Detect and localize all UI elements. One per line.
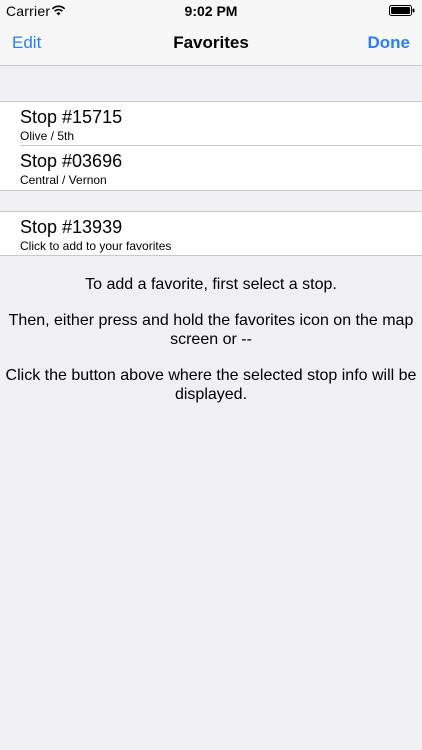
selected-stop-section: Stop #13939 Click to add to your favorit… [0, 211, 422, 256]
favorite-stop-row[interactable]: Stop #03696 Central / Vernon [0, 145, 422, 190]
add-selected-stop-button[interactable]: Stop #13939 Click to add to your favorit… [0, 212, 422, 256]
selected-stop-hint: Click to add to your favorites [20, 239, 172, 253]
favorites-list: Stop #15715 Olive / 5th Stop #03696 Cent… [0, 101, 422, 191]
stop-subtitle: Olive / 5th [20, 129, 75, 143]
selected-stop-title: Stop #13939 [20, 217, 123, 237]
instruction-text: To add a favorite, first select a stop. [85, 276, 337, 293]
stop-subtitle: Central / Vernon [20, 173, 107, 187]
battery-icon [389, 5, 415, 16]
instruction-text: Then, either press and hold the favorite… [8, 312, 414, 348]
status-bar: Carrier 9:02 PM [0, 0, 422, 22]
status-time: 9:02 PM [184, 3, 238, 19]
top-bar: Carrier 9:02 PM Edit Favorites Done [0, 0, 422, 66]
stop-title: Stop #03696 [20, 151, 123, 171]
favorite-stop-row[interactable]: Stop #15715 Olive / 5th [0, 102, 422, 146]
instructions: To add a favorite, first select a stop. … [0, 275, 422, 421]
stop-title: Stop #15715 [20, 107, 123, 127]
page-title: Favorites [173, 33, 249, 52]
navigation-bar: Edit Favorites Done [0, 22, 422, 66]
done-button[interactable]: Done [368, 33, 411, 53]
instruction-text: Click the button above where the selecte… [5, 367, 417, 403]
